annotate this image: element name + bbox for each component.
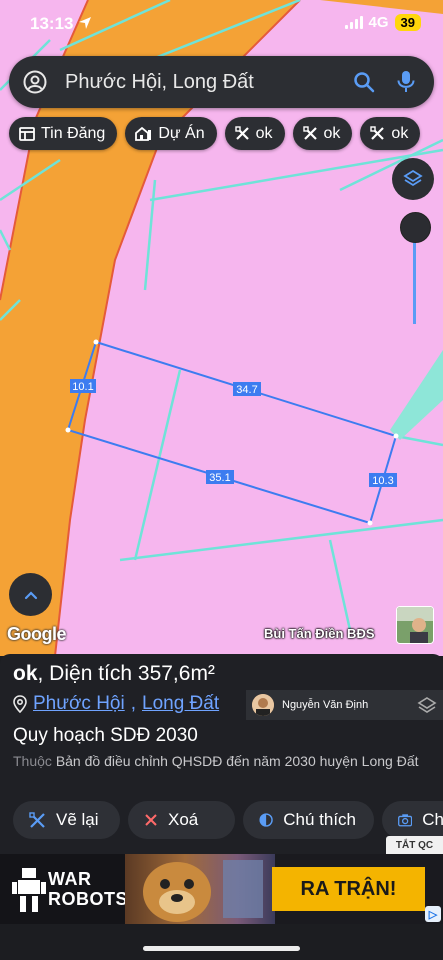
measure-bottom: 35.1 — [206, 470, 234, 484]
close-icon — [145, 814, 157, 826]
plan-name: Quy hoạch SDĐ 2030 — [13, 725, 198, 746]
chip-label: Dự Án — [158, 124, 205, 142]
chip-ok-2[interactable]: ok — [292, 117, 353, 150]
parcel-vertex[interactable] — [393, 433, 399, 439]
chip-du-an[interactable]: Dự Án — [125, 117, 217, 150]
layers-icon — [403, 169, 423, 187]
canal — [390, 350, 443, 440]
chip-label: ok — [255, 124, 273, 142]
chevron-up-icon — [24, 590, 37, 599]
district-link[interactable]: Long Đất — [142, 693, 219, 715]
location-pin-icon — [13, 695, 27, 713]
capture-button[interactable]: Ch — [382, 801, 443, 839]
signal-icon — [344, 16, 363, 29]
status-time: 13:13 — [30, 14, 92, 34]
ward-link[interactable]: Phước Hội — [33, 693, 125, 715]
network-label: 4G — [368, 14, 389, 31]
tools-icon — [370, 126, 385, 140]
location-arrow-icon — [79, 17, 92, 29]
action-label: Vẽ lại — [56, 810, 99, 829]
avatar — [252, 694, 274, 716]
search-input[interactable]: Phước Hội, Long Đất — [65, 71, 350, 94]
action-label: Chú thích — [283, 810, 356, 829]
parcel-area: , Diện tích 357,6m² — [37, 662, 215, 685]
search-bar[interactable]: Phước Hội, Long Đất — [9, 56, 434, 108]
hide-ads-button[interactable]: TẮT QC — [386, 836, 443, 854]
parcel-vertex[interactable] — [93, 339, 99, 345]
author-name: Nguyễn Văn Định — [282, 699, 369, 711]
svg-text:35.1: 35.1 — [209, 472, 230, 484]
layers-button[interactable] — [392, 158, 434, 200]
opacity-slider-knob[interactable] — [400, 212, 431, 243]
delete-button[interactable]: Xoá — [128, 801, 235, 839]
status-right: 4G 39 — [344, 14, 421, 31]
redraw-icon — [29, 811, 45, 828]
home-indicator[interactable] — [143, 946, 300, 951]
home-area — [0, 924, 443, 960]
status-bar: 13:13 4G 39 — [0, 0, 443, 50]
watermark-photo — [396, 606, 434, 644]
ad-brand-line1: WAR — [48, 869, 92, 889]
tools-icon — [302, 126, 317, 140]
chip-label: Tin Đăng — [41, 124, 106, 142]
parcel-vertex[interactable] — [367, 520, 373, 526]
action-label: Ch — [422, 810, 443, 829]
chip-label: ok — [323, 124, 341, 142]
svg-text:10.1: 10.1 — [72, 381, 93, 393]
ad-info-icon[interactable]: ▷ — [425, 906, 441, 922]
camera-icon — [398, 814, 413, 827]
layers-icon — [417, 697, 437, 713]
parcel-name: ok — [13, 662, 38, 685]
account-icon[interactable] — [23, 70, 47, 94]
parcel-outline[interactable] — [66, 340, 398, 525]
map-watermark: Bùi Tấn Điền BĐS — [264, 626, 375, 641]
action-buttons: Vẽ lại Xoá Chú thích Ch — [13, 801, 443, 839]
ad-brand-area: WAR ROBOTS — [0, 854, 128, 924]
project-icon — [135, 126, 152, 141]
ad-banner[interactable]: WAR ROBOTS RA TRẬN! ▷ — [0, 854, 443, 924]
desc-prefix: Thuộc — [13, 753, 52, 769]
author-card[interactable]: Nguyễn Văn Định — [246, 690, 443, 720]
chip-label: ok — [391, 124, 409, 142]
legend-button[interactable]: Chú thích — [243, 801, 374, 839]
ad-artwork — [125, 854, 275, 924]
ad-brand-line2: ROBOTS — [48, 889, 129, 909]
chip-ok-1[interactable]: ok — [224, 117, 285, 150]
svg-text:10.3: 10.3 — [372, 475, 393, 487]
filter-chips: Tin Đăng Dự Án ok ok ok — [9, 117, 421, 150]
microphone-icon — [397, 71, 415, 92]
listing-icon — [19, 126, 35, 141]
measure-top: 34.7 — [233, 382, 261, 396]
legend-icon — [259, 813, 273, 827]
svg-text:34.7: 34.7 — [236, 384, 257, 396]
parcel-title: ok, Diện tích 357,6m² — [13, 662, 215, 686]
search-button[interactable] — [350, 68, 378, 96]
measure-left: 10.1 — [70, 379, 96, 393]
plan-description: Thuộc Bản đồ điều chỉnh QHSDĐ đến năm 20… — [13, 751, 433, 771]
location-separator: , — [130, 693, 136, 714]
desc-text: Bản đồ điều chỉnh QHSDĐ đến năm 2030 huy… — [55, 753, 419, 769]
location-line: Phước Hội, Long Đất — [13, 693, 219, 715]
tools-icon — [234, 126, 249, 140]
voice-search-button[interactable] — [392, 68, 420, 96]
parcel-vertex[interactable] — [65, 427, 71, 433]
google-logo: Google — [7, 624, 67, 644]
ad-cta-button[interactable]: RA TRẬN! — [272, 867, 425, 911]
action-label: Xoá — [168, 810, 199, 829]
chip-ok-3[interactable]: ok — [360, 117, 421, 150]
robot-logo-icon — [12, 868, 46, 912]
redraw-button[interactable]: Vẽ lại — [13, 801, 120, 839]
measure-right: 10.3 — [369, 473, 397, 487]
battery-indicator: 39 — [394, 14, 421, 31]
ad-brand: WAR ROBOTS — [48, 869, 128, 909]
expand-up-button[interactable] — [9, 573, 52, 616]
chip-tin-dang[interactable]: Tin Đăng — [9, 117, 118, 150]
search-icon — [354, 72, 375, 93]
